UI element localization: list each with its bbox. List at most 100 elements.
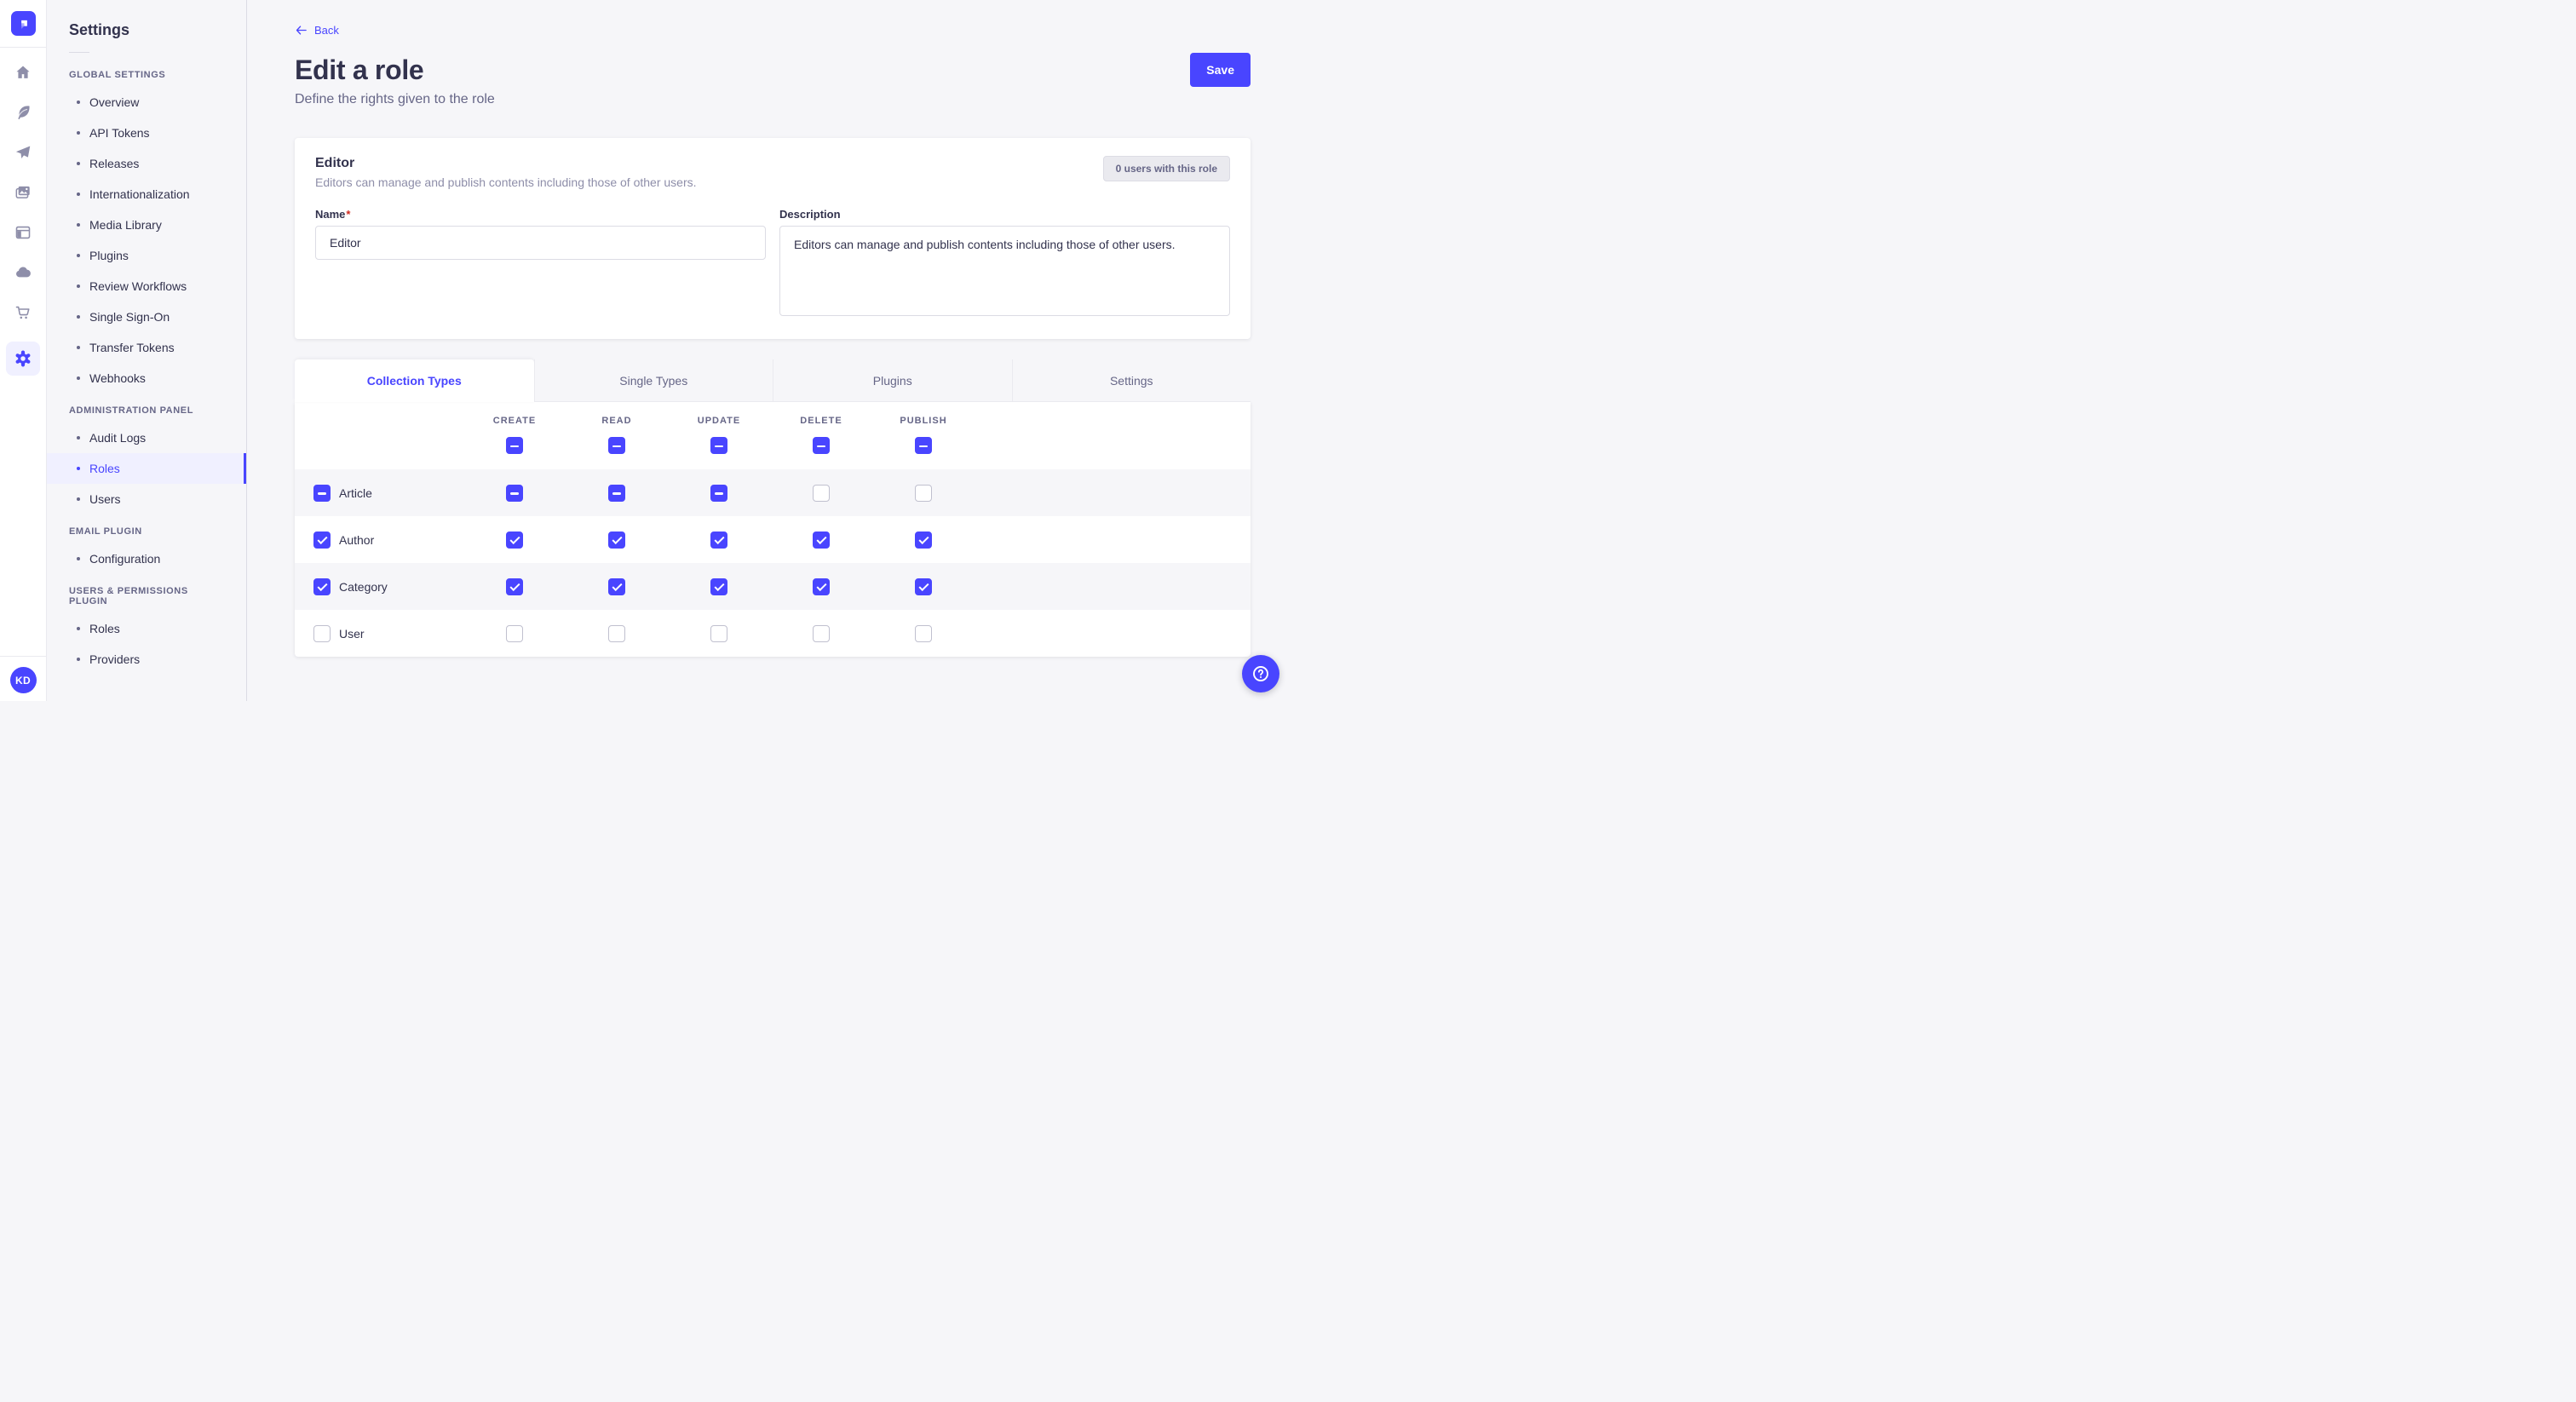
name-field[interactable] [315, 226, 766, 260]
article-read-checkbox[interactable] [608, 485, 625, 502]
sidebar-item-label: Transfer Tokens [89, 341, 175, 354]
feather-icon[interactable] [6, 101, 40, 124]
save-button[interactable]: Save [1190, 53, 1251, 87]
table-row-author: Author [295, 516, 1251, 563]
help-button[interactable] [1242, 655, 1279, 692]
author-update-checkbox[interactable] [710, 531, 727, 549]
row-name-cell: Author [295, 531, 463, 549]
article-update-checkbox[interactable] [710, 485, 727, 502]
sidebar-item-users[interactable]: Users [47, 484, 246, 514]
user-delete-checkbox[interactable] [813, 625, 830, 642]
section-label-users-permissions-plugin: USERS & PERMISSIONS PLUGIN [47, 574, 246, 613]
article-create-checkbox[interactable] [506, 485, 523, 502]
select-all-publish-checkbox[interactable] [915, 437, 932, 454]
sidebar-item-transfer-tokens[interactable]: Transfer Tokens [47, 332, 246, 363]
cell-category-create [463, 578, 566, 595]
column-label-update: UPDATE [698, 416, 740, 426]
user-create-checkbox[interactable] [506, 625, 523, 642]
bullet-dot [77, 658, 80, 661]
sidebar-item-review-workflows[interactable]: Review Workflows [47, 271, 246, 302]
row-label: Article [339, 486, 372, 500]
bullet-dot [77, 436, 80, 440]
tab-settings[interactable]: Settings [1012, 359, 1251, 402]
sidebar-item-label: Internationalization [89, 187, 190, 201]
category-delete-checkbox[interactable] [813, 578, 830, 595]
home-icon[interactable] [6, 61, 40, 83]
tab-single-types[interactable]: Single Types [534, 359, 773, 402]
category-update-checkbox[interactable] [710, 578, 727, 595]
author-create-checkbox[interactable] [506, 531, 523, 549]
user-row-checkbox[interactable] [313, 625, 331, 642]
bullet-dot [77, 284, 80, 288]
tab-collection-types[interactable]: Collection Types [295, 359, 534, 402]
cloud-icon[interactable] [6, 261, 40, 284]
category-row-checkbox[interactable] [313, 578, 331, 595]
name-field-group: Name* [315, 208, 766, 320]
back-arrow-icon [295, 24, 308, 37]
back-label: Back [314, 24, 339, 37]
article-row-checkbox[interactable] [313, 485, 331, 502]
author-publish-checkbox[interactable] [915, 531, 932, 549]
role-card-head: Editor Editors can manage and publish co… [315, 156, 1230, 189]
sidebar-item-media-library[interactable]: Media Library [47, 210, 246, 240]
description-field[interactable]: Editors can manage and publish contents … [779, 226, 1230, 316]
title-row: Edit a role Save [295, 53, 1251, 87]
section-label-administration-panel: ADMINISTRATION PANEL [47, 394, 246, 422]
permissions-table: CREATE READ UPDATE DELETE [295, 402, 1251, 657]
cell-article-create [463, 485, 566, 502]
sidebar-item-single-sign-on[interactable]: Single Sign-On [47, 302, 246, 332]
select-all-read-checkbox[interactable] [608, 437, 625, 454]
user-update-checkbox[interactable] [710, 625, 727, 642]
sidebar-item-releases[interactable]: Releases [47, 148, 246, 179]
article-publish-checkbox[interactable] [915, 485, 932, 502]
category-create-checkbox[interactable] [506, 578, 523, 595]
sidebar-item-up-roles[interactable]: Roles [47, 613, 246, 644]
author-row-checkbox[interactable] [313, 531, 331, 549]
sidebar-item-audit-logs[interactable]: Audit Logs [47, 422, 246, 453]
cell-user-update [668, 625, 770, 642]
column-create: CREATE [463, 416, 566, 454]
category-read-checkbox[interactable] [608, 578, 625, 595]
sidebar-item-roles[interactable]: Roles [47, 453, 246, 484]
role-details-card: Editor Editors can manage and publish co… [295, 138, 1251, 339]
author-delete-checkbox[interactable] [813, 531, 830, 549]
category-publish-checkbox[interactable] [915, 578, 932, 595]
layout-icon[interactable] [6, 221, 40, 244]
bullet-dot [77, 346, 80, 349]
sidebar-item-overview[interactable]: Overview [47, 87, 246, 118]
sidebar-item-label: Webhooks [89, 371, 146, 385]
cell-category-update [668, 578, 770, 595]
sidebar-item-webhooks[interactable]: Webhooks [47, 363, 246, 394]
article-delete-checkbox[interactable] [813, 485, 830, 502]
settings-gear-icon[interactable] [6, 342, 40, 376]
sidebar-item-label: Audit Logs [89, 431, 146, 445]
rail-icon-list [0, 48, 46, 376]
user-read-checkbox[interactable] [608, 625, 625, 642]
bullet-dot [77, 627, 80, 630]
author-read-checkbox[interactable] [608, 531, 625, 549]
strapi-logo[interactable] [11, 11, 36, 36]
select-all-delete-checkbox[interactable] [813, 437, 830, 454]
sidebar-item-plugins[interactable]: Plugins [47, 240, 246, 271]
sidebar-item-configuration[interactable]: Configuration [47, 543, 246, 574]
tab-plugins[interactable]: Plugins [773, 359, 1012, 402]
paper-plane-icon[interactable] [6, 141, 40, 164]
user-avatar[interactable]: KD [10, 667, 37, 693]
marketplace-cart-icon[interactable] [6, 302, 40, 324]
bullet-dot [77, 131, 80, 135]
sidebar-item-providers[interactable]: Providers [47, 644, 246, 675]
role-card-headings: Editor Editors can manage and publish co… [315, 156, 697, 189]
cell-article-delete [770, 485, 872, 502]
bullet-dot [77, 376, 80, 380]
media-library-icon[interactable] [6, 181, 40, 204]
sidebar-item-internationalization[interactable]: Internationalization [47, 179, 246, 210]
select-all-update-checkbox[interactable] [710, 437, 727, 454]
bullet-dot [77, 557, 80, 560]
name-label-text: Name [315, 208, 345, 221]
user-publish-checkbox[interactable] [915, 625, 932, 642]
select-all-create-checkbox[interactable] [506, 437, 523, 454]
sidebar-item-api-tokens[interactable]: API Tokens [47, 118, 246, 148]
bullet-dot [77, 162, 80, 165]
column-label-delete: DELETE [800, 416, 842, 426]
back-link[interactable]: Back [295, 24, 339, 37]
